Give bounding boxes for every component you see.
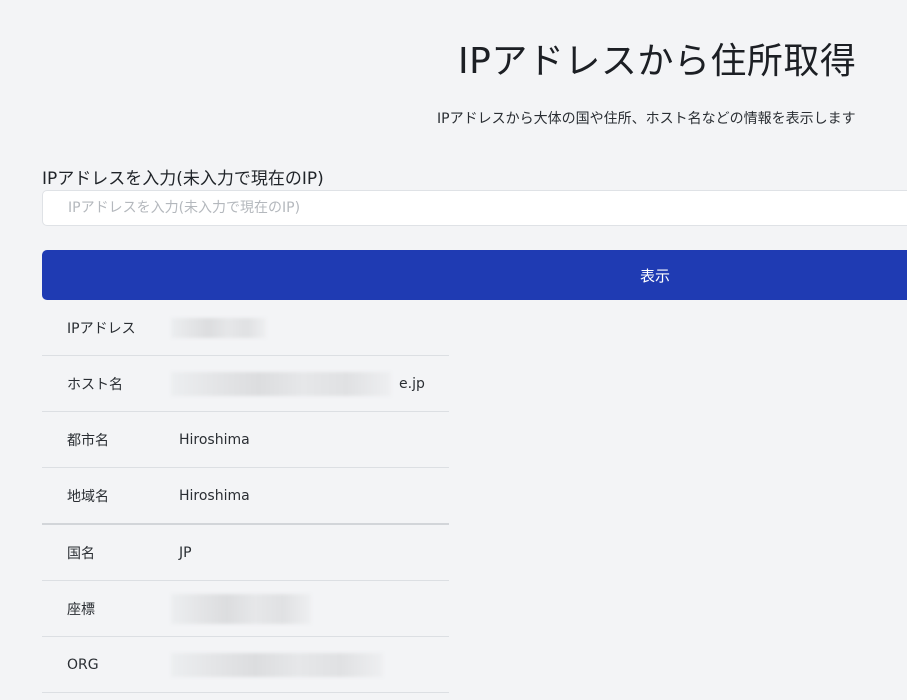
redacted-coords <box>171 593 311 624</box>
result-row-ip: IPアドレス <box>42 300 449 356</box>
org-label: ORG <box>42 636 179 693</box>
result-row-country: 国名 JP <box>42 524 449 581</box>
city-value: Hiroshima <box>179 411 449 468</box>
region-value: Hiroshima <box>179 467 449 525</box>
show-button-label: 表示 <box>640 267 671 285</box>
result-row-host: ホスト名 e.jp <box>42 355 449 412</box>
result-table: IPアドレス ホスト名 e.jp 都市名 Hiroshima 地域名 Hiros… <box>42 300 449 693</box>
ip-input-label: IPアドレスを入力(未入力で現在のIP) <box>42 169 324 189</box>
country-value: JP <box>179 524 449 581</box>
page-title: IPアドレスから住所取得 <box>458 41 857 82</box>
country-label: 国名 <box>42 524 179 581</box>
page-subtitle: IPアドレスから大体の国や住所、ホスト名などの情報を表示します <box>437 111 856 127</box>
coords-label: 座標 <box>42 580 179 637</box>
result-row-region: 地域名 Hiroshima <box>42 467 449 525</box>
ip-label: IPアドレス <box>42 300 179 356</box>
result-row-coords: 座標 <box>42 580 449 637</box>
region-label: 地域名 <box>42 467 179 525</box>
redacted-ip <box>171 317 266 338</box>
ip-value <box>171 300 449 356</box>
result-row-org: ORG <box>42 636 449 693</box>
redacted-host <box>171 371 391 396</box>
show-button[interactable]: 表示 <box>42 250 907 300</box>
redacted-org <box>171 652 383 677</box>
host-label: ホスト名 <box>42 355 179 412</box>
result-row-city: 都市名 Hiroshima <box>42 411 449 468</box>
coords-value <box>171 580 449 637</box>
org-value <box>171 636 449 693</box>
ip-address-input[interactable] <box>42 190 907 226</box>
host-value: e.jp <box>171 355 449 412</box>
city-label: 都市名 <box>42 411 179 468</box>
